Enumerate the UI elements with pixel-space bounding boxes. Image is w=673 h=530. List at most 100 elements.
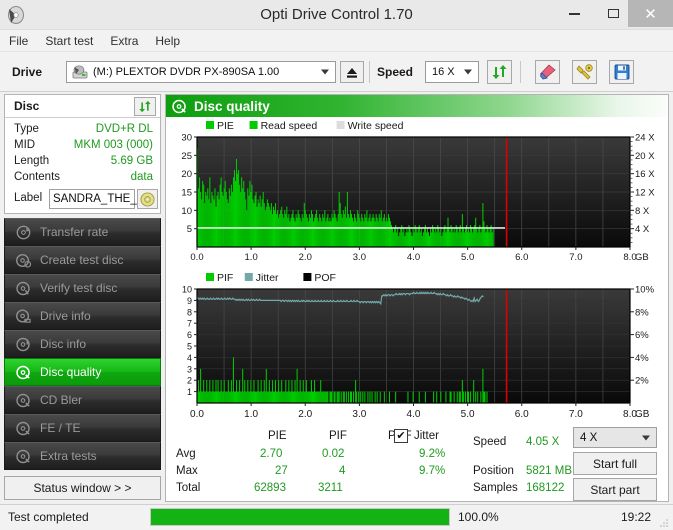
refresh-button[interactable] <box>487 60 512 84</box>
tools-button[interactable] <box>572 60 597 84</box>
stats-panel: PIE PIF POF ✔ Jitter Avg 2.70 0.02 9.2% … <box>166 427 668 501</box>
sidebar-item-drive-info[interactable]: Drive info <box>4 302 161 330</box>
svg-text:20: 20 <box>181 169 192 180</box>
menu-extra[interactable]: Extra <box>110 32 147 50</box>
stats-speed-label: Speed <box>473 436 507 448</box>
close-button[interactable]: ✕ <box>628 0 673 27</box>
drive-select[interactable]: (M:) PLEXTOR DVDR PX-890SA 1.00 <box>66 61 336 83</box>
disc-label-key: Label <box>14 192 43 204</box>
svg-text:4.0: 4.0 <box>407 252 420 263</box>
start-part-button[interactable]: Start part <box>573 478 657 501</box>
stats-header-jitter: Jitter <box>414 430 439 442</box>
svg-text:Write speed: Write speed <box>348 120 404 132</box>
menu-start-test[interactable]: Start test <box>45 32 102 50</box>
svg-text:5: 5 <box>187 224 192 235</box>
main-panel-title: Disc quality <box>194 98 270 114</box>
svg-text:5.0: 5.0 <box>461 409 475 420</box>
disc-row-mid: MID MKM 003 (000) <box>5 139 160 155</box>
svg-text:Read speed: Read speed <box>261 120 318 132</box>
jitter-checkbox[interactable]: ✔ <box>394 429 408 443</box>
erase-button[interactable] <box>535 60 560 84</box>
start-full-button[interactable]: Start full <box>573 452 657 475</box>
svg-text:16 X: 16 X <box>635 169 655 180</box>
close-icon: ✕ <box>644 5 657 23</box>
sidebar: Disc Type DVD+R DL MID MKM 003 (000) Len… <box>4 94 161 502</box>
chevron-down-icon <box>642 435 650 440</box>
maximize-button[interactable] <box>593 0 633 27</box>
sidebar-item-label: CD Bler <box>40 393 83 407</box>
speed-label: Speed <box>377 65 414 79</box>
chevron-down-icon <box>464 69 472 75</box>
disc-row-mid-value: MKM 003 (000) <box>73 139 153 151</box>
disc-bler-icon <box>12 393 34 408</box>
refresh-icon <box>139 100 151 113</box>
svg-text:7.0: 7.0 <box>569 409 583 420</box>
svg-text:6.0: 6.0 <box>515 252 528 263</box>
test-speed-select[interactable]: 4 X <box>573 427 657 448</box>
svg-text:PIF: PIF <box>217 272 233 284</box>
drive-icon <box>72 65 88 80</box>
check-icon: ✔ <box>396 429 406 442</box>
eject-button[interactable] <box>340 61 364 83</box>
disc-info-panel: Disc Type DVD+R DL MID MKM 003 (000) Len… <box>4 94 161 214</box>
stats-row-total-label: Total <box>176 482 201 494</box>
resize-grip[interactable] <box>658 516 670 528</box>
disc-refresh-button[interactable] <box>134 97 156 116</box>
svg-text:2.0: 2.0 <box>299 252 312 263</box>
svg-text:8%: 8% <box>635 307 649 318</box>
sidebar-item-transfer-rate[interactable]: Transfer rate <box>4 218 161 246</box>
svg-text:3: 3 <box>187 364 192 374</box>
sidebar-item-verify-test-disc[interactable]: Verify test disc <box>4 274 161 302</box>
stats-avg-jitter: 9.2% <box>419 448 446 460</box>
disc-row-length-key: Length <box>14 155 50 167</box>
svg-text:10: 10 <box>182 285 192 295</box>
disc-row-type-value: DVD+R DL <box>95 123 153 135</box>
svg-text:7: 7 <box>187 319 192 329</box>
sidebar-item-extra-tests[interactable]: Extra tests <box>4 442 161 470</box>
menu-help[interactable]: Help <box>155 32 189 50</box>
progress-percent: 100.0% <box>458 510 499 524</box>
pie-chart: 5 10 15 20 25 30 4 X 8 X 12 X 16 X 20 X 24 X 0.0 1.0 2… <box>166 117 668 269</box>
disc-row-mid-key: MID <box>14 139 36 151</box>
disc-drive-icon <box>12 309 34 324</box>
elapsed-time: 19:22 <box>620 510 651 524</box>
stats-row-avg-label: Avg <box>176 448 196 460</box>
save-button[interactable] <box>609 60 634 84</box>
sidebar-item-label: Extra tests <box>40 449 97 463</box>
svg-text:4: 4 <box>187 353 192 363</box>
svg-text:15: 15 <box>181 188 192 199</box>
disc-icon <box>140 191 155 207</box>
sidebar-item-fe-te[interactable]: FE / TE <box>4 414 161 442</box>
disc-create-icon <box>12 253 34 268</box>
svg-text:1.0: 1.0 <box>245 252 258 263</box>
sidebar-item-cd-bler[interactable]: CD Bler <box>4 386 161 414</box>
disc-label-browse-button[interactable] <box>137 189 158 209</box>
stats-speed-value: 4.05 X <box>526 436 560 448</box>
svg-text:7.0: 7.0 <box>569 252 582 263</box>
disc-transfer-icon <box>12 225 34 240</box>
sidebar-item-disc-info[interactable]: Disc info <box>4 330 161 358</box>
main-panel-header: Disc quality <box>166 95 668 117</box>
stats-header-pif: PIF <box>329 430 347 442</box>
stats-position-label: Position <box>473 465 514 477</box>
svg-text:10: 10 <box>181 206 192 217</box>
stats-avg-pif: 0.02 <box>322 448 345 460</box>
menu-file[interactable]: File <box>9 32 37 50</box>
svg-text:3.0: 3.0 <box>353 252 366 263</box>
status-window-button[interactable]: Status window > > <box>4 476 161 500</box>
stats-total-pie: 62893 <box>254 482 286 494</box>
sidebar-item-create-test-disc[interactable]: Create test disc <box>4 246 161 274</box>
svg-text:0.0: 0.0 <box>190 252 203 263</box>
disc-info-icon <box>12 337 34 352</box>
menu-bar: File Start test Extra Help <box>0 30 673 52</box>
sidebar-item-disc-quality[interactable]: Disc quality <box>4 358 161 386</box>
svg-text:1.0: 1.0 <box>244 409 258 420</box>
stats-avg-pie: 2.70 <box>260 448 283 460</box>
sidebar-item-label: Create test disc <box>40 253 124 267</box>
disc-quality-icon <box>172 99 187 114</box>
disc-label-input[interactable]: SANDRA_THE_ <box>49 189 137 209</box>
svg-text:1: 1 <box>187 387 192 397</box>
svg-text:24 X: 24 X <box>635 133 655 144</box>
speed-select[interactable]: 16 X <box>425 61 479 83</box>
minimize-button[interactable] <box>554 0 594 27</box>
